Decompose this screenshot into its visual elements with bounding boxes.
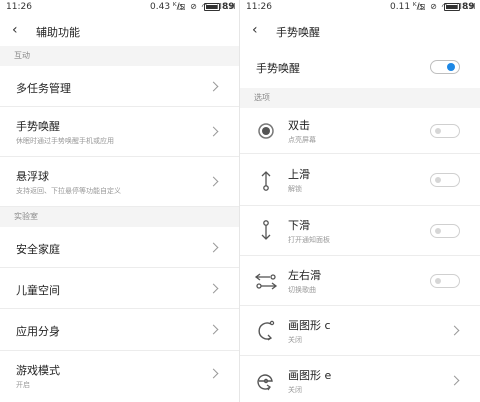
page-title: 手势唤醒 [276,26,320,39]
status-time: 11:26 [6,2,32,12]
option-double-tap[interactable]: 双击 点亮屏幕 [240,108,480,154]
option-draw-c[interactable]: 画图形 c 关闭 [240,306,480,356]
option-label: 左右滑 [288,269,321,282]
chevron-right-icon [449,375,460,386]
chevron-right-icon [208,324,219,335]
menu-item-floating-ball[interactable]: 悬浮球 支持返回、下拉悬停等功能自定义 [0,157,239,207]
menu-item-label: 悬浮球 [16,170,49,183]
draw-c-gesture-icon [258,320,275,341]
swipe-down-toggle[interactable] [430,224,460,238]
chevron-right-icon [208,242,219,253]
option-label: 上滑 [288,168,310,181]
menu-item-gesture-wake[interactable]: 手势唤醒 休眠时通过手势唤醒手机或应用 [0,107,239,157]
menu-item-subtitle: 休眠时通过手势唤醒手机或应用 [16,137,114,145]
option-draw-e[interactable]: 画图形 e 关闭 [240,356,480,402]
menu-item-label: 多任务管理 [16,82,71,95]
chevron-right-icon [208,283,219,294]
gesture-wake-screen: 11:26 0.11 ᴷ/s ◫ ⊘ ◠ .ıl .ıl 89 ‹ 手势唤醒 手… [240,0,480,402]
draw-e-gesture-icon [257,374,273,391]
double-tap-toggle[interactable] [430,124,460,138]
option-swipe-up[interactable]: 上滑 解锁 [240,154,480,206]
section-header-options: 选项 [240,88,480,108]
option-subtitle: 关闭 [288,386,302,394]
chevron-right-icon [208,126,219,137]
menu-item-label: 游戏模式 [16,364,60,377]
section-header-interaction: 互动 [0,46,239,66]
master-toggle-switch[interactable] [430,60,460,74]
menu-item-label: 应用分身 [16,325,60,338]
navigation-bar: ‹ 手势唤醒 [240,16,480,46]
battery-level: 89 [222,2,235,12]
menu-item-label: 安全家庭 [16,243,60,256]
option-subtitle: 切换歌曲 [288,286,316,294]
page-title: 辅助功能 [36,26,80,39]
back-arrow-icon[interactable]: ‹ [12,22,18,38]
battery-level: 89 [462,2,475,12]
toggle-knob [435,177,441,183]
double-tap-icon [258,123,274,139]
swipe-left-right-toggle[interactable] [430,274,460,288]
menu-item-label: 手势唤醒 [16,120,60,133]
option-subtitle: 点亮屏幕 [288,136,316,144]
chevron-right-icon [208,176,219,187]
chevron-right-icon [208,368,219,379]
master-toggle-label: 手势唤醒 [256,62,300,75]
option-label: 双击 [288,119,310,132]
swipe-up-icon [261,171,271,191]
chevron-right-icon [208,81,219,92]
accessibility-screen: 11:26 0.43 ᴷ/s ◫ ⊘ ◠ .ıl .ıl 89 ‹ 辅助功能 互… [0,0,240,402]
swipe-down-icon [261,220,271,240]
toggle-knob [435,228,441,234]
status-time: 11:26 [246,2,272,12]
toggle-knob [435,128,441,134]
option-label: 画图形 c [288,319,331,332]
menu-item-multitask[interactable]: 多任务管理 [0,66,239,107]
option-subtitle: 关闭 [288,336,302,344]
menu-item-label: 儿童空间 [16,284,60,297]
section-header-lab: 实验室 [0,207,239,227]
battery-icon [204,3,220,11]
swipe-left-right-icon [254,273,278,290]
menu-item-subtitle: 支持返回、下拉悬停等功能自定义 [16,187,121,195]
toggle-knob [447,63,455,71]
status-bar: 11:26 0.11 ᴷ/s ◫ ⊘ ◠ .ıl .ıl 89 [240,0,480,16]
chevron-right-icon [449,325,460,336]
menu-item-kids-space[interactable]: 儿童空间 [0,268,239,309]
menu-item-subtitle: 开启 [16,381,30,389]
option-swipe-left-right[interactable]: 左右滑 切换歌曲 [240,256,480,306]
status-bar: 11:26 0.43 ᴷ/s ◫ ⊘ ◠ .ıl .ıl 89 [0,0,239,16]
master-gesture-toggle-row[interactable]: 手势唤醒 [240,46,480,88]
swipe-up-toggle[interactable] [430,173,460,187]
option-subtitle: 打开通知面板 [288,236,330,244]
battery-icon [444,3,460,11]
option-swipe-down[interactable]: 下滑 打开通知面板 [240,206,480,256]
option-label: 下滑 [288,219,310,232]
back-arrow-icon[interactable]: ‹ [252,22,258,38]
menu-item-app-clone[interactable]: 应用分身 [0,309,239,351]
navigation-bar: ‹ 辅助功能 [0,16,239,46]
menu-item-safe-family[interactable]: 安全家庭 [0,227,239,268]
option-label: 画图形 e [288,369,332,382]
menu-item-game-mode[interactable]: 游戏模式 开启 [0,351,239,401]
toggle-knob [435,278,441,284]
option-subtitle: 解锁 [288,185,302,193]
